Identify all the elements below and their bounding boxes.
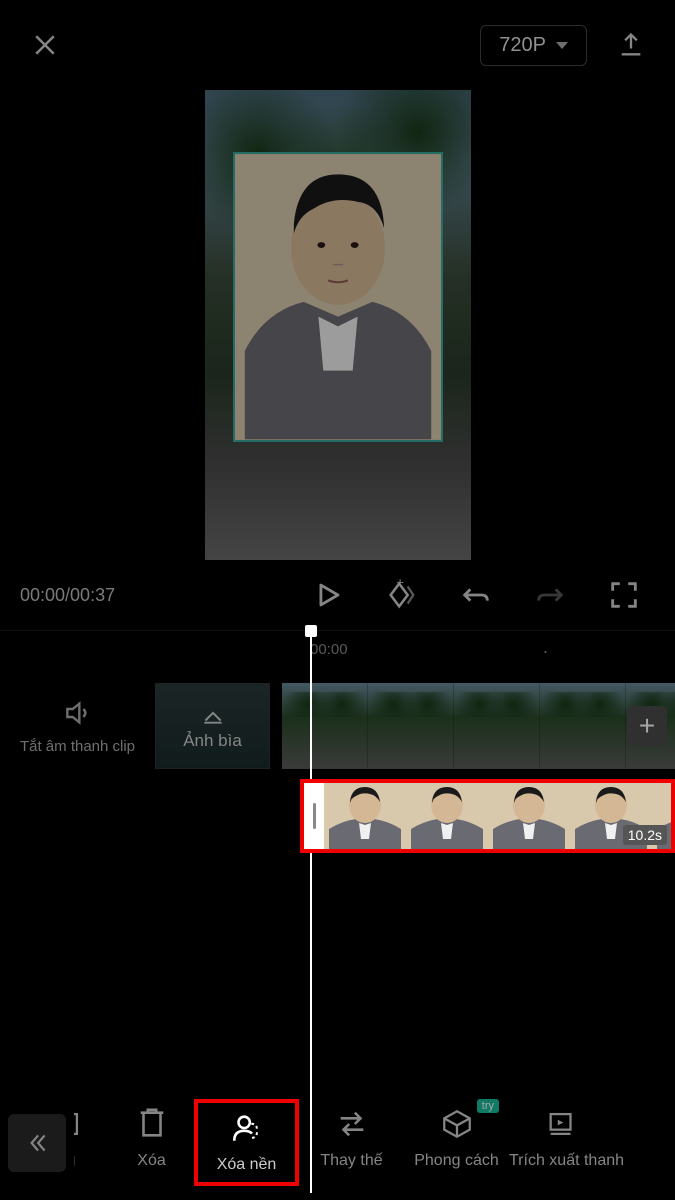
tool-prev[interactable]: ng xyxy=(74,1099,109,1186)
tool-extract-audio[interactable]: Trích xuất thanh xyxy=(509,1099,614,1186)
playhead[interactable] xyxy=(310,631,312,1193)
tool-replace[interactable]: Thay thế xyxy=(299,1099,404,1186)
tool-delete[interactable]: Xóa xyxy=(109,1099,194,1186)
main-video-track[interactable]: + xyxy=(282,683,675,769)
undo-button[interactable] xyxy=(459,578,493,612)
clip-handle-left[interactable] xyxy=(304,783,324,849)
cover-label: Ảnh bìa xyxy=(183,731,242,751)
mute-clip-button[interactable]: Tắt âm thanh clip xyxy=(0,697,155,756)
keyframe-button[interactable]: + xyxy=(385,578,419,612)
mute-label: Tắt âm thanh clip xyxy=(0,738,155,756)
tool-remove-background[interactable]: Xóa nền xyxy=(194,1099,299,1186)
timecode-display: 00:00/00:37 xyxy=(20,585,115,606)
tool-label: ng xyxy=(74,1152,109,1170)
cover-button[interactable]: Ảnh bìa xyxy=(155,683,270,769)
timeline-ruler[interactable]: 00:00 · 00:02 xyxy=(0,641,675,671)
overlay-track-selected[interactable]: 10.2s xyxy=(300,779,675,853)
svg-text:+: + xyxy=(396,578,403,590)
resolution-label: 720P xyxy=(499,34,546,57)
clip-duration-badge: 10.2s xyxy=(623,825,667,845)
resolution-selector[interactable]: 720P xyxy=(480,25,587,66)
video-preview[interactable] xyxy=(0,90,675,560)
tool-label: Xóa nền xyxy=(198,1156,295,1174)
tool-label: Phong cách xyxy=(404,1152,509,1170)
redo-button[interactable] xyxy=(533,578,567,612)
tool-label: Thay thế xyxy=(299,1152,404,1170)
tool-style[interactable]: try Phong cách xyxy=(404,1099,509,1186)
overlay-clip-frame[interactable] xyxy=(233,152,443,442)
toolbar-back-button[interactable] xyxy=(8,1114,66,1172)
try-badge: try xyxy=(477,1099,499,1113)
export-button[interactable] xyxy=(617,31,645,59)
close-button[interactable] xyxy=(30,30,60,60)
tool-label: Xóa xyxy=(109,1152,194,1170)
play-button[interactable] xyxy=(311,578,345,612)
chevron-down-icon xyxy=(556,42,568,49)
fullscreen-button[interactable] xyxy=(607,578,641,612)
add-clip-button[interactable]: + xyxy=(627,706,667,746)
time-mark: 00:00 xyxy=(310,641,348,658)
tool-label: Trích xuất thanh xyxy=(509,1152,614,1170)
